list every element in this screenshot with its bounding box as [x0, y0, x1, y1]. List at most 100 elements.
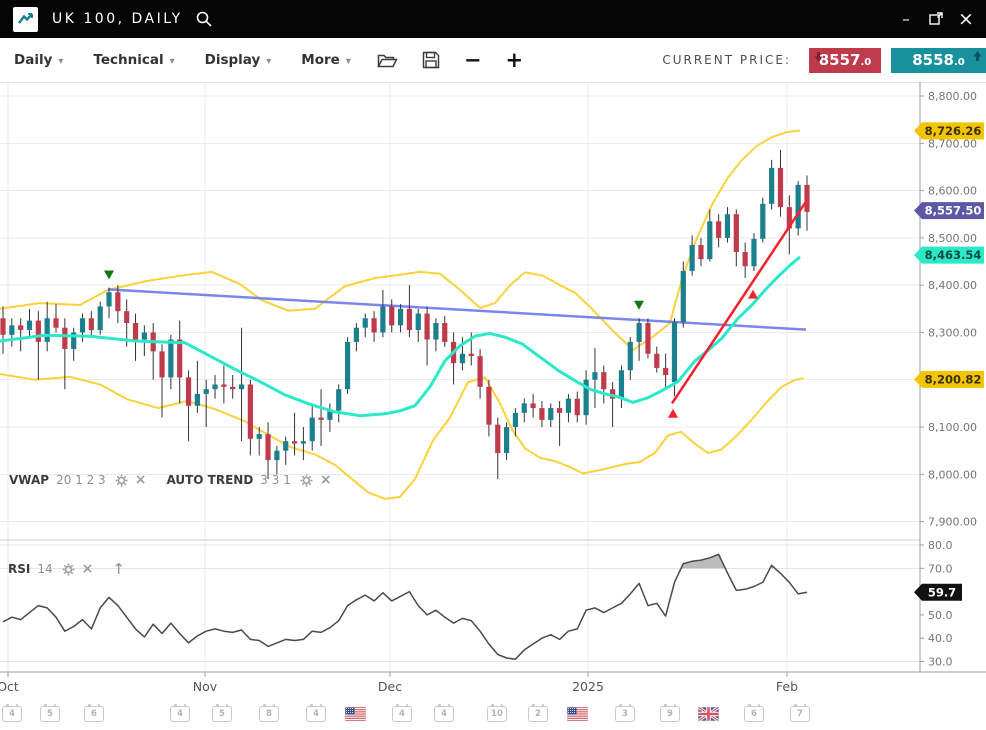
candle-bear [248, 384, 253, 438]
uk-flag-icon [698, 707, 719, 721]
sell-marker-icon [634, 301, 644, 310]
price-tag-value: 59.7 [928, 585, 956, 599]
time-axis-label: Nov [193, 679, 218, 694]
calendar-event-icon[interactable]: 4 [306, 706, 326, 722]
candle-bull [80, 318, 85, 332]
candle-bull [336, 389, 341, 410]
vwap-label: VWAP [9, 473, 49, 487]
auto-trend-params: 3 3 1 [260, 473, 291, 487]
candle-bear [133, 323, 138, 340]
trendline-resistance [108, 289, 806, 329]
candle-bull [195, 394, 200, 406]
candle-bear [531, 403, 536, 408]
candle-bear [407, 309, 412, 330]
candle-bull [672, 322, 677, 382]
events-strip: 4 5 6 4 5 8 4 4 4 10 2 3 9 6 7 [0, 703, 986, 730]
price-axis-label: 8,000.00 [928, 468, 977, 481]
candle-bull [513, 413, 518, 427]
candle-bull [628, 342, 633, 370]
time-axis-label: Dec [378, 679, 402, 694]
remove-indicator-icon[interactable]: × [320, 472, 332, 488]
candle-bull [751, 239, 756, 266]
candle-bull [566, 399, 571, 413]
calendar-event-icon[interactable]: 4 [392, 706, 412, 722]
vwap-params: 20 1 2 3 [56, 473, 106, 487]
candle-bear [654, 354, 659, 368]
candle-bear [495, 425, 500, 453]
calendar-event-icon[interactable]: 6 [84, 706, 104, 722]
gear-icon[interactable] [115, 474, 128, 487]
price-axis-label: 8,800.00 [928, 90, 977, 103]
candle-bull [637, 323, 642, 342]
calendar-event-icon[interactable]: 4 [170, 706, 190, 722]
uk-flag-event[interactable] [698, 706, 719, 725]
calendar-event-icon[interactable]: 4 [2, 706, 22, 722]
remove-indicator-icon[interactable]: × [82, 561, 94, 577]
price-axis-label: 8,500.00 [928, 232, 977, 245]
gear-icon[interactable] [300, 474, 313, 487]
calendar-event-icon[interactable]: 5 [212, 706, 232, 722]
time-axis-label: Feb [776, 679, 798, 694]
calendar-day: 6 [84, 706, 104, 722]
candle-bear [743, 252, 748, 266]
calendar-event-icon[interactable]: 4 [434, 706, 454, 722]
candle-bull [212, 384, 217, 389]
calendar-day: 4 [306, 706, 326, 722]
move-pane-up-icon[interactable]: ↑ [112, 560, 125, 578]
candle-bear [804, 185, 809, 212]
calendar-event-icon[interactable]: 8 [259, 706, 279, 722]
candle-bull [380, 306, 385, 332]
candle-bull [769, 168, 774, 204]
price-chart[interactable]: 8,800.008,700.008,600.008,500.008,400.00… [0, 0, 986, 730]
calendar-day: 2 [528, 706, 548, 722]
calendar-day: 5 [212, 706, 232, 722]
calendar-event-icon[interactable]: 5 [40, 706, 60, 722]
price-tag-value: 8,463.54 [925, 248, 982, 262]
us-flag-event[interactable] [345, 706, 366, 725]
calendar-event-icon[interactable]: 6 [744, 706, 764, 722]
calendar-day: 5 [40, 706, 60, 722]
remove-indicator-icon[interactable]: × [135, 472, 147, 488]
candle-bull [592, 372, 597, 380]
calendar-event-icon[interactable]: 10 [487, 706, 507, 722]
price-tag-value: 8,557.50 [925, 204, 982, 218]
candle-bull [27, 321, 32, 330]
calendar-event-icon[interactable]: 7 [790, 706, 810, 722]
buy-marker-icon [748, 290, 758, 299]
calendar-day: 4 [170, 706, 190, 722]
us-flag-icon [345, 707, 366, 721]
candle-bull [9, 325, 14, 334]
calendar-day: 6 [744, 706, 764, 722]
rsi-axis-label: 30.0 [928, 656, 953, 669]
candle-bull [522, 403, 527, 412]
candle-bear [0, 318, 5, 335]
candle-bull [301, 441, 306, 443]
calendar-day: 7 [790, 706, 810, 722]
calendar-event-icon[interactable]: 9 [660, 706, 680, 722]
rsi-params: 14 [37, 562, 52, 576]
candle-bear [124, 311, 129, 323]
calendar-day: 4 [392, 706, 412, 722]
calendar-day: 4 [434, 706, 454, 722]
price-tag-value: 8,726.26 [925, 124, 982, 138]
calendar-event-icon[interactable]: 3 [615, 706, 635, 722]
candle-bull [504, 427, 509, 453]
candle-bull [106, 292, 111, 306]
candle-bull [142, 332, 147, 339]
candle-bull [168, 340, 173, 378]
price-axis-label: 8,300.00 [928, 326, 977, 339]
price-axis-label: 7,900.00 [928, 516, 977, 529]
candle-bull [354, 328, 359, 342]
candle-bear [486, 387, 491, 425]
calendar-event-icon[interactable]: 2 [528, 706, 548, 722]
candle-bear [424, 314, 429, 340]
us-flag-event[interactable] [567, 706, 588, 725]
time-axis-label: 2025 [572, 679, 604, 694]
candle-bear [539, 408, 544, 420]
auto-trend-label: AUTO TREND [166, 473, 253, 487]
rsi-label: RSI [8, 562, 30, 576]
price-tag-value: 8,200.82 [925, 372, 982, 386]
candle-bull [681, 271, 686, 322]
gear-icon[interactable] [62, 563, 75, 576]
candle-bear [389, 306, 394, 325]
